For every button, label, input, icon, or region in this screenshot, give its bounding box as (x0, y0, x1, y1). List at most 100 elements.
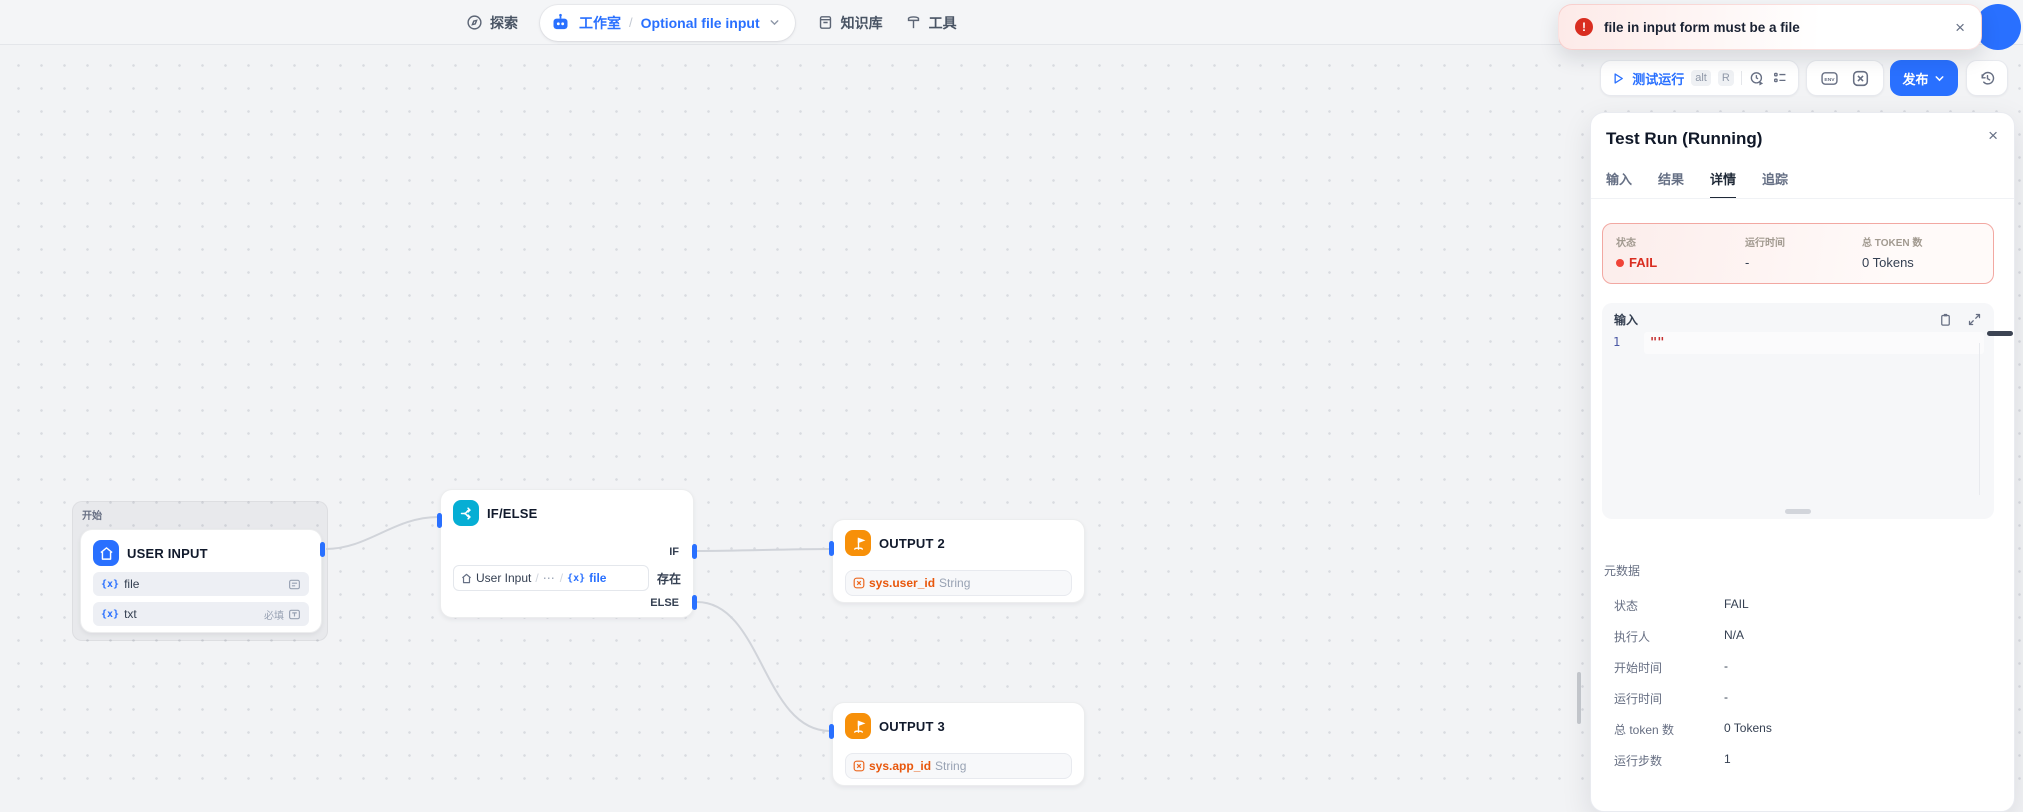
condition-separator: / (559, 571, 564, 585)
form-field-icon (289, 579, 300, 589)
node-user-input[interactable]: USER INPUT {x} file {x} txt 必填 (80, 529, 325, 633)
meta-label: 执行人 (1614, 630, 1651, 644)
active-line-highlight (1644, 332, 1984, 354)
tab-input[interactable]: 输入 (1606, 169, 1632, 199)
meta-value: 1 (1724, 752, 1731, 766)
copy-icon[interactable] (1938, 312, 1953, 327)
chat-variable-icon[interactable] (1852, 70, 1869, 87)
meta-label: 运行步数 (1614, 754, 1663, 768)
code-content[interactable]: "" (1650, 335, 1664, 349)
node-ifelse[interactable]: IF/ELSE IF User Input / ⋯ / {x} file 存在 … (437, 489, 697, 618)
nav-explore-label: 探索 (490, 14, 518, 31)
output2-variable: sys.user_id (869, 576, 936, 590)
tab-tracing[interactable]: 追踪 (1762, 169, 1788, 199)
output-port[interactable] (320, 542, 325, 557)
checklist-icon[interactable] (1772, 70, 1788, 87)
if-branch-label: IF (669, 546, 679, 558)
duration-label: 运行时间 (1745, 238, 1785, 249)
output2-variable-row: sys.user_id String (845, 570, 1072, 596)
version-history-group (1966, 60, 2008, 96)
node-output-3[interactable]: OUTPUT 3 sys.app_id String (829, 702, 1085, 786)
main-nav: 探索 工作室 / Optional file input 知识库 工具 (466, 0, 957, 45)
meta-row-executor: 执行人 N/A (1614, 628, 1744, 645)
nav-knowledge[interactable]: 知识库 (817, 13, 883, 33)
home-icon (93, 540, 119, 566)
variable-x-icon (853, 760, 865, 772)
node-ifelse-title: IF/ELSE (487, 505, 538, 521)
toast-close-icon[interactable]: × (1955, 19, 1965, 36)
input-var-row-file: {x} file (93, 572, 309, 596)
resize-handle[interactable] (1785, 509, 1811, 514)
nav-tools-label: 工具 (928, 14, 957, 31)
panel-title: Test Run (Running) (1606, 129, 1763, 148)
hammer-icon (907, 16, 919, 29)
panel-scrollbar-thumb[interactable] (1577, 672, 1581, 724)
panel-close-icon[interactable]: × (1988, 127, 1998, 144)
kbd-r: R (1717, 70, 1734, 86)
output3-type: String (935, 759, 967, 773)
play-icon[interactable] (1611, 71, 1625, 86)
meta-row-total-tokens: 总 token 数 0 Tokens (1614, 721, 1772, 738)
meta-row-steps: 运行步数 1 (1614, 752, 1731, 769)
condition-separator: / (535, 571, 539, 585)
editor-scrollbar-thumb[interactable] (1987, 331, 2013, 336)
breadcrumb-separator: / (629, 15, 633, 30)
condition-variable: file (589, 571, 607, 585)
publish-button[interactable]: 发布 (1890, 60, 1958, 96)
code-block-header: 输入 (1602, 303, 1994, 332)
input-port[interactable] (829, 724, 834, 739)
nav-studio-pill[interactable]: 工作室 / Optional file input (540, 4, 795, 41)
version-history-icon[interactable] (1979, 70, 1996, 87)
error-icon: ! (1575, 18, 1593, 36)
variables-toolbar-group: ENV (1806, 60, 1884, 96)
input-code-block[interactable]: 输入 1 "" (1602, 303, 1994, 519)
meta-label: 总 token 数 (1614, 723, 1675, 737)
status-value: FAIL (1616, 255, 1745, 270)
var-name-txt: txt (124, 607, 137, 621)
node-user-input-title: USER INPUT (127, 545, 208, 561)
expand-icon[interactable] (1967, 312, 1982, 327)
meta-value: - (1724, 659, 1728, 673)
flag-icon (845, 530, 871, 556)
input-var-row-txt: {x} txt 必填 (93, 602, 309, 626)
toast-message: file in input form must be a file (1604, 19, 1800, 35)
input-port[interactable] (437, 513, 442, 528)
flag-icon (845, 713, 871, 739)
node-output2-title: OUTPUT 2 (879, 535, 945, 551)
duration-value: - (1745, 255, 1750, 270)
node-output3-header: OUTPUT 3 (833, 703, 1084, 745)
var-name-file: file (124, 577, 140, 591)
condition-operator: 存在 (657, 572, 682, 586)
input-port[interactable] (829, 541, 834, 556)
branch-icon (453, 500, 479, 526)
env-label: ENV (1824, 76, 1835, 82)
else-branch-label: ELSE (650, 597, 679, 609)
tab-detail[interactable]: 详情 (1710, 169, 1737, 199)
metadata-title: 元数据 (1604, 564, 1641, 578)
status-card: 状态 FAIL 运行时间 - 总 TOKEN 数 0 Tokens (1602, 223, 1994, 284)
test-run-button[interactable]: 测试运行 (1632, 69, 1684, 88)
env-variables-icon[interactable]: ENV (1821, 70, 1838, 87)
nav-tools[interactable]: 工具 (905, 13, 957, 33)
meta-row-duration: 运行时间 - (1614, 690, 1728, 707)
test-run-panel: Test Run (Running) × 输入 结果 详情 追踪 状态 FAIL… (1590, 112, 2015, 812)
meta-value: - (1724, 690, 1728, 704)
variable-badge-icon: {x} (101, 578, 120, 590)
node-output3-title: OUTPUT 3 (879, 718, 945, 734)
home-icon (461, 573, 472, 583)
book-icon (819, 16, 831, 29)
node-output-2[interactable]: OUTPUT 2 sys.user_id String (829, 519, 1085, 603)
nav-explore[interactable]: 探索 (466, 13, 518, 33)
toolbar-divider (1740, 71, 1742, 85)
panel-tabs: 输入 结果 详情 追踪 (1606, 169, 1788, 199)
else-output-port[interactable] (692, 595, 697, 610)
input-block-title: 输入 (1614, 313, 1639, 327)
if-output-port[interactable] (692, 544, 697, 559)
tabs-divider (1591, 198, 2014, 199)
tab-result[interactable]: 结果 (1658, 169, 1684, 199)
run-history-icon[interactable] (1749, 70, 1765, 87)
chevron-down-icon[interactable] (768, 16, 781, 29)
text-input-icon (289, 609, 300, 619)
meta-value: 0 Tokens (1724, 721, 1772, 735)
required-label: 必填 (264, 610, 284, 622)
